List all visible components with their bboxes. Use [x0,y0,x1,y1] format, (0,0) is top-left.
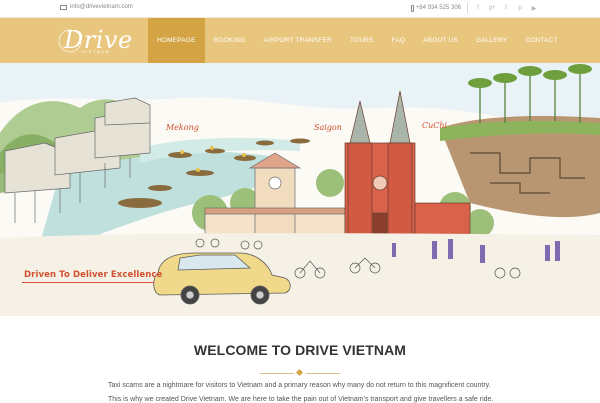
nav-item-tours[interactable]: TOURS [341,18,383,63]
twitter-icon[interactable]: t [502,5,510,11]
nav-item-homepage[interactable]: HOMEPAGE [148,18,205,63]
mail-icon [60,4,67,10]
nav-item-booking[interactable]: BOOKING [205,18,255,63]
facebook-icon[interactable]: f [474,5,482,11]
hero-banner: Mekong Saigon CuChi Driven To Deliver Ex… [0,63,600,316]
welcome-title: WELCOME TO DRIVE VIETNAM [193,342,407,358]
pinterest-icon[interactable]: p [516,5,524,11]
phone-icon [410,4,414,12]
contact-phone: +84 934 525 306 [410,4,461,12]
nav-item-airport-transfer[interactable]: AIRPORT TRANSFER [254,18,341,63]
divider-line-right [306,373,340,374]
nav-item-faq[interactable]: FAQ [383,18,415,63]
tagline-underline [22,282,154,283]
contact-email[interactable]: info@drivevietnam.com [60,4,133,10]
nav-item-gallery[interactable]: GALLERY [467,18,516,63]
label-cuchi: CuChi [422,121,448,130]
divider-line-left [260,373,294,374]
phone-text: +84 934 525 306 [415,5,461,11]
nav-item-contact[interactable]: CONTACT [516,18,566,63]
label-saigon: Saigon [314,123,342,132]
divider-diamond-icon [295,368,304,377]
youtube-icon[interactable]: ▶ [530,5,538,12]
email-text[interactable]: info@drivevietnam.com [70,4,133,10]
label-mekong: Mekong [166,123,199,132]
top-bar-right: +84 934 525 306 f g+ t p ▶ [410,3,538,13]
logo-sub: VIETNAM [82,49,111,54]
intro-paragraph-1: Taxi scams are a nightmare for visitors … [108,382,491,389]
google-plus-icon[interactable]: g+ [488,5,496,11]
hero-tagline: Driven To Deliver Excellence [24,270,163,280]
nav-item-about-us[interactable]: ABOUT US [414,18,467,63]
site-logo[interactable]: Drive VIETNAM [58,24,132,58]
divider [467,3,468,13]
main-nav: HOMEPAGE BOOKING AIRPORT TRANSFER TOURS … [148,18,567,63]
main-header: Drive VIETNAM HOMEPAGE BOOKING AIRPORT T… [0,18,600,63]
top-bar: info@drivevietnam.com +84 934 525 306 f … [0,0,600,18]
title-divider [260,368,340,377]
